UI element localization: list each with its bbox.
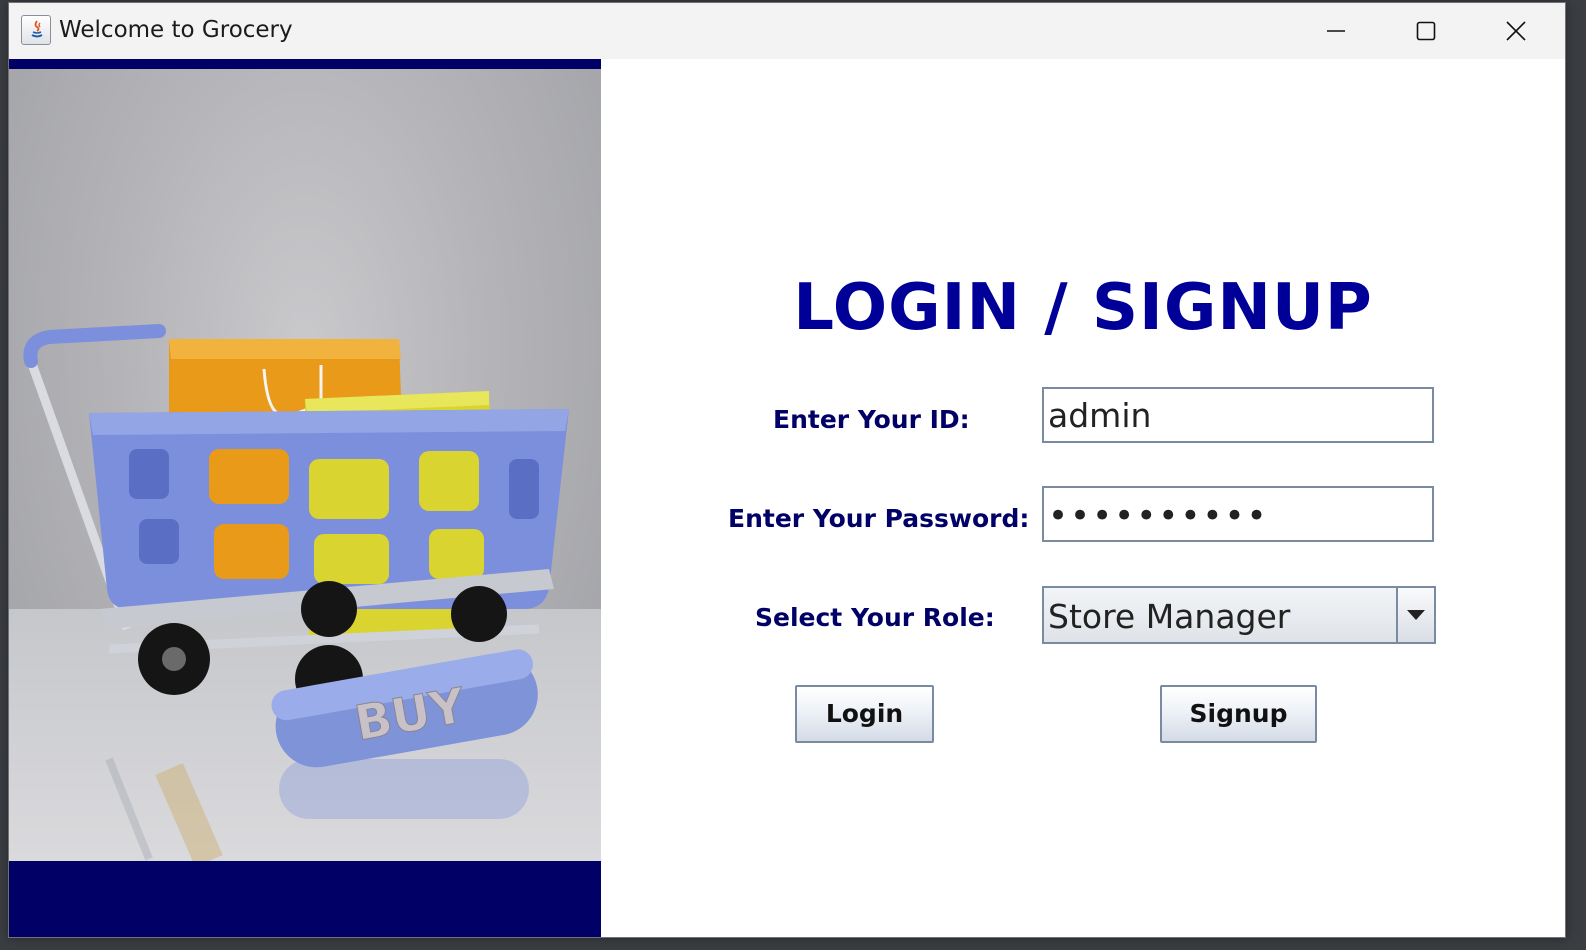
close-icon <box>1506 21 1526 41</box>
image-panel-top-bar <box>9 59 601 69</box>
java-app-icon <box>21 15 51 45</box>
page-title: LOGIN / SIGNUP <box>793 271 1373 345</box>
title-bar[interactable]: Welcome to Grocery <box>9 3 1565 59</box>
close-button[interactable] <box>1471 3 1561 59</box>
app-window: Welcome to Grocery BUY LOGIN / SIGNUP En… <box>8 2 1566 938</box>
role-label: Select Your Role: <box>755 603 995 632</box>
image-panel-bottom-bar <box>9 861 601 937</box>
shopping-cart-image: BUY <box>9 69 601 861</box>
chevron-down-icon <box>1407 610 1425 620</box>
login-button[interactable]: Login <box>795 685 934 743</box>
password-input[interactable]: •••••••••• <box>1042 486 1434 542</box>
dropdown-arrow-button[interactable] <box>1396 588 1434 642</box>
minimize-icon <box>1327 30 1345 32</box>
desktop-background <box>0 0 8 950</box>
id-input[interactable] <box>1042 387 1434 443</box>
role-selected-value: Store Manager <box>1048 597 1291 636</box>
image-panel: BUY <box>9 59 601 937</box>
password-label: Enter Your Password: <box>728 504 1030 533</box>
window-title: Welcome to Grocery <box>59 17 293 43</box>
maximize-icon <box>1416 21 1436 41</box>
id-label: Enter Your ID: <box>773 405 970 434</box>
minimize-button[interactable] <box>1291 3 1381 59</box>
signup-button[interactable]: Signup <box>1160 685 1317 743</box>
role-dropdown[interactable]: Store Manager <box>1042 586 1436 644</box>
maximize-button[interactable] <box>1381 3 1471 59</box>
